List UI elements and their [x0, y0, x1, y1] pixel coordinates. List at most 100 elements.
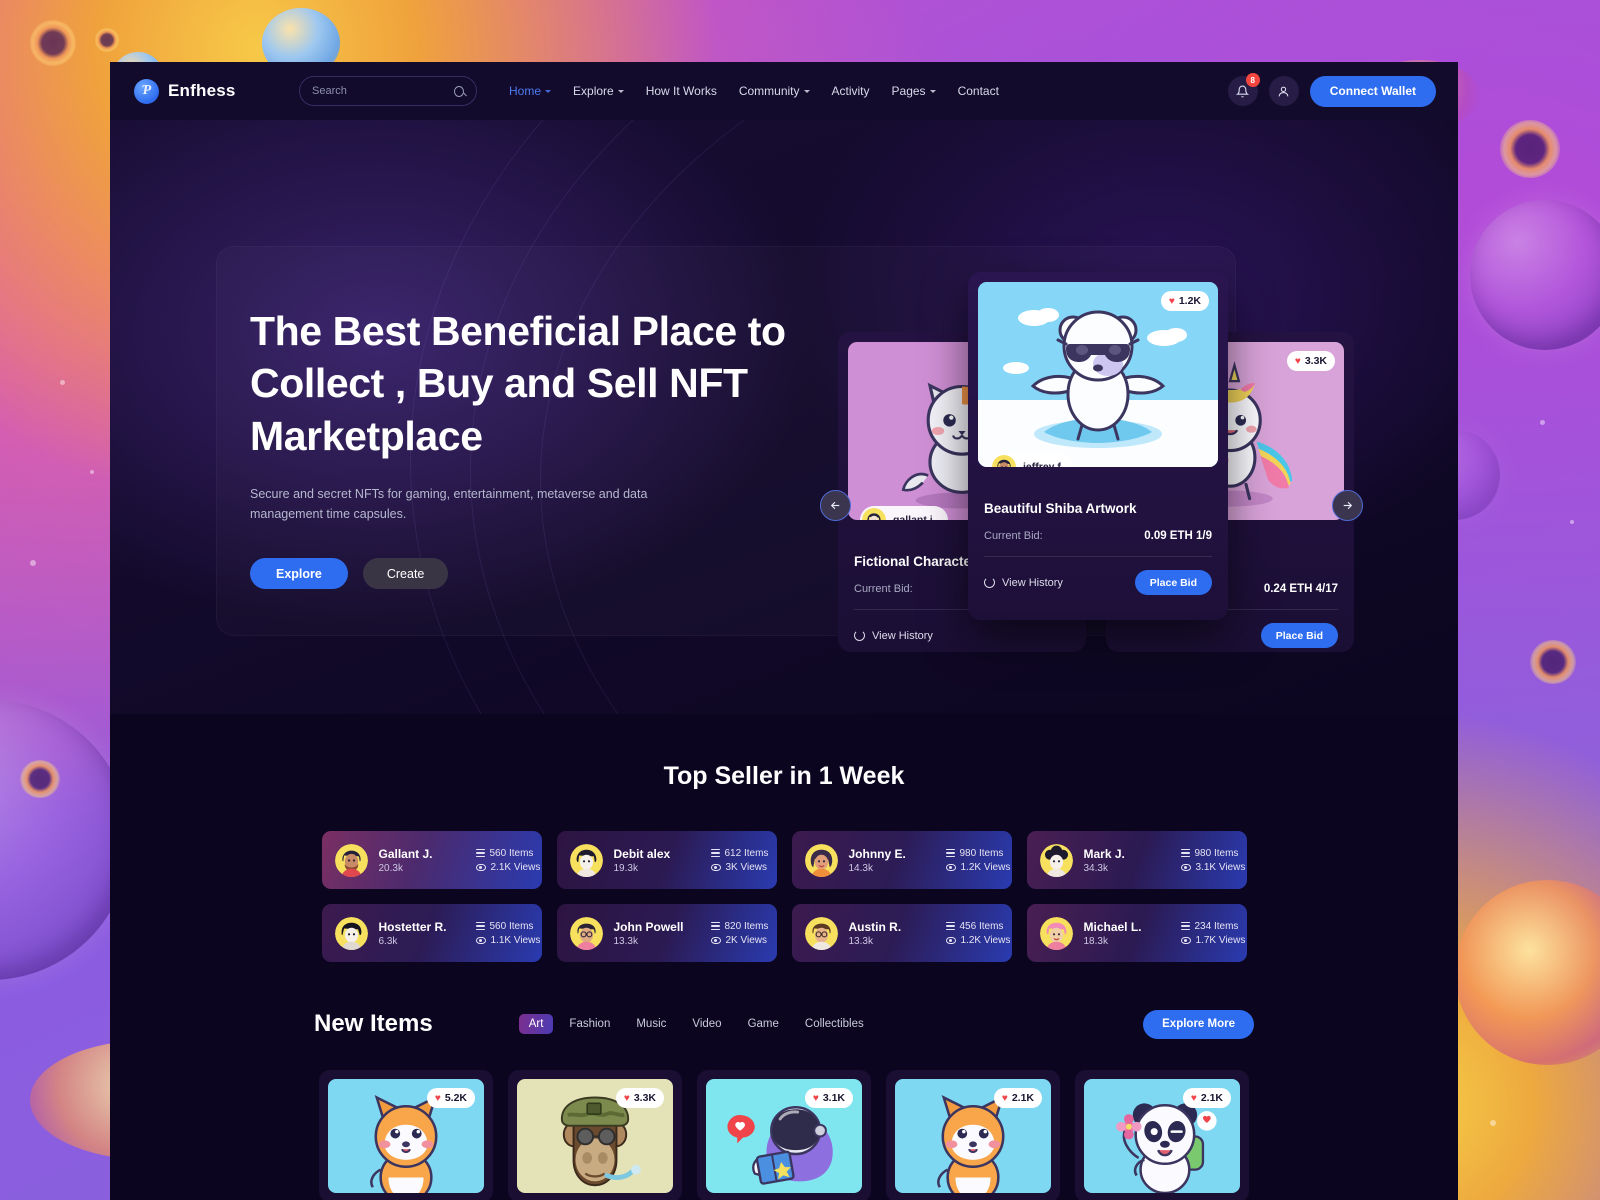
- list-icon: [945, 849, 955, 857]
- avatar: [569, 843, 603, 877]
- heart-icon: ♥: [1168, 295, 1175, 307]
- nav-item-contact[interactable]: Contact: [958, 84, 999, 98]
- explore-more-button[interactable]: Explore More: [1143, 1009, 1254, 1039]
- avatar-pale-man: [569, 843, 603, 877]
- chevron-down-icon: [545, 89, 552, 93]
- search-box[interactable]: [299, 76, 477, 106]
- section-title-new-items: New Items: [314, 1010, 433, 1037]
- place-bid-button[interactable]: Place Bid: [1134, 570, 1212, 595]
- nft-card[interactable]: ♥ 5.2K: [319, 1070, 493, 1200]
- search-input[interactable]: [312, 85, 454, 97]
- views-stat: 1.2K Views: [945, 935, 1010, 946]
- eye-icon: [1180, 863, 1191, 871]
- seller-name: Gallant J.: [378, 846, 433, 861]
- account-button[interactable]: [1268, 76, 1299, 106]
- seller-card[interactable]: Hostetter R. 6.3k 560 Items 1.1K Views: [321, 904, 542, 962]
- like-badge: ♥ 3.3K: [615, 1088, 664, 1108]
- nav-item-home[interactable]: Home: [509, 84, 552, 98]
- like-count: 5.2K: [444, 1092, 467, 1104]
- items-count: 456 Items: [959, 920, 1004, 932]
- owner-name: gallant j.: [893, 514, 936, 520]
- items-stat: 820 Items: [710, 921, 768, 932]
- section-title-top-sellers: Top Seller in 1 Week: [663, 762, 905, 790]
- tab-music[interactable]: Music: [626, 1014, 676, 1034]
- seller-card[interactable]: Austin R. 13.3k 456 Items 1.2K Views: [791, 904, 1012, 962]
- sellers-grid: Gallant J. 20.3k 560 Items 2.1K Views De…: [110, 831, 1458, 962]
- nft-card[interactable]: ♥ 3.3K: [508, 1070, 682, 1200]
- view-history-button[interactable]: View History: [854, 630, 933, 642]
- views-count: 1.7K Views: [1195, 934, 1246, 946]
- list-icon: [475, 849, 485, 857]
- seller-name: Michael L.: [1083, 919, 1142, 934]
- tab-video[interactable]: Video: [682, 1014, 731, 1034]
- views-stat: 1.7K Views: [1180, 934, 1246, 946]
- avatar: [804, 843, 838, 877]
- carousel-prev-button[interactable]: [820, 490, 851, 521]
- nft-card[interactable]: ♥ 2.1K: [886, 1070, 1060, 1200]
- nft-title: Beautiful Shiba Artwork: [984, 501, 1137, 516]
- view-history-button[interactable]: View History: [984, 577, 1063, 589]
- eye-icon: [475, 936, 486, 944]
- carousel-next-button[interactable]: [1332, 490, 1363, 521]
- navbar-actions: 8 Connect Wallet: [1227, 73, 1436, 107]
- seller-card[interactable]: Mark J. 34.3k 980 Items 3.1K Views: [1026, 831, 1247, 889]
- nft-thumbnail: ♥ 2.1K: [895, 1079, 1051, 1193]
- seller-card[interactable]: Johnny E. 14.3k 980 Items 1.2K Views: [791, 831, 1012, 889]
- hero-carousel: ♥ gallant j.: [820, 272, 1363, 672]
- nav-label: Activity: [831, 84, 870, 98]
- brand-logo-group[interactable]: Ƥ Enfhess: [134, 78, 299, 104]
- views-count: 2K Views: [725, 934, 768, 946]
- eye-icon: [710, 863, 721, 871]
- heart-icon: ♥: [1001, 1092, 1008, 1104]
- chevron-down-icon: [803, 89, 810, 93]
- like-count: 2.1K: [1011, 1092, 1034, 1104]
- seller-followers: 13.3k: [613, 935, 638, 947]
- like-badge: ♥ 2.1K: [1182, 1088, 1231, 1108]
- tab-game[interactable]: Game: [738, 1014, 789, 1034]
- like-badge: ♥ 5.2K: [426, 1088, 475, 1108]
- bell-icon: [1236, 85, 1250, 97]
- seller-followers: 13.3k: [848, 935, 873, 947]
- seller-meta: Austin R. 13.3k: [849, 920, 935, 947]
- hero-actions: Explore Create: [250, 558, 810, 590]
- seller-followers: 20.3k: [378, 862, 403, 874]
- views-stat: 2.1K Views: [475, 862, 540, 873]
- place-bid-button[interactable]: Place Bid: [1260, 623, 1338, 648]
- tab-art[interactable]: Art: [518, 1014, 554, 1034]
- list-icon: [945, 922, 955, 930]
- nav-item-explore[interactable]: Explore: [573, 84, 624, 98]
- chevron-down-icon: [617, 89, 624, 93]
- nav-item-pages[interactable]: Pages: [892, 84, 936, 98]
- items-count: 980 Items: [959, 847, 1004, 859]
- nav-item-community[interactable]: Community: [739, 84, 810, 98]
- notifications-button[interactable]: 8: [1227, 73, 1260, 106]
- owner-chip[interactable]: jeffrey f: [990, 453, 1073, 467]
- seller-meta: Debit alex 19.3k: [614, 847, 700, 874]
- website-mockup: Ƥ Enfhess Home Explore How It Works Comm…: [110, 62, 1458, 1200]
- nft-card[interactable]: ♥ 3.1K: [697, 1070, 871, 1200]
- tab-fashion[interactable]: Fashion: [559, 1014, 620, 1034]
- carousel-card-center[interactable]: ♥ 1.2K jeffrey f Beautiful Shiba Artwork…: [968, 272, 1228, 620]
- nav-item-how-it-works[interactable]: How It Works: [646, 84, 717, 98]
- seller-card[interactable]: Michael L. 18.3k 234 Items 1.7K Views: [1026, 904, 1247, 962]
- seller-card[interactable]: Gallant J. 20.3k 560 Items 2.1K Views: [321, 831, 542, 889]
- seller-stats: 980 Items 1.2K Views: [945, 847, 1010, 873]
- nav-item-activity[interactable]: Activity: [832, 84, 870, 98]
- seller-stats: 980 Items 3.1K Views: [1180, 848, 1245, 873]
- backdrop-speck: [1540, 420, 1545, 425]
- seller-card[interactable]: Debit alex 19.3k 612 Items 3K Views: [556, 831, 777, 889]
- nft-card[interactable]: ♥ 2.1K: [1075, 1070, 1249, 1200]
- connect-wallet-button[interactable]: Connect Wallet: [1309, 75, 1436, 107]
- explore-button[interactable]: Explore: [250, 558, 348, 590]
- create-button[interactable]: Create: [362, 558, 449, 590]
- tab-collectibles[interactable]: Collectibles: [795, 1014, 874, 1034]
- owner-chip[interactable]: gallant j.: [860, 506, 948, 520]
- seller-name: Debit alex: [613, 846, 671, 861]
- nft-thumbnail: ♥ 3.1K: [706, 1079, 862, 1193]
- items-count: 560 Items: [489, 920, 534, 932]
- seller-name: Mark J.: [1083, 846, 1125, 861]
- seller-stats: 612 Items 3K Views: [710, 848, 768, 873]
- avatar: [334, 916, 368, 950]
- seller-card[interactable]: John Powell 13.3k 820 Items 2K Views: [556, 904, 777, 962]
- seller-meta: Michael L. 18.3k: [1084, 920, 1170, 947]
